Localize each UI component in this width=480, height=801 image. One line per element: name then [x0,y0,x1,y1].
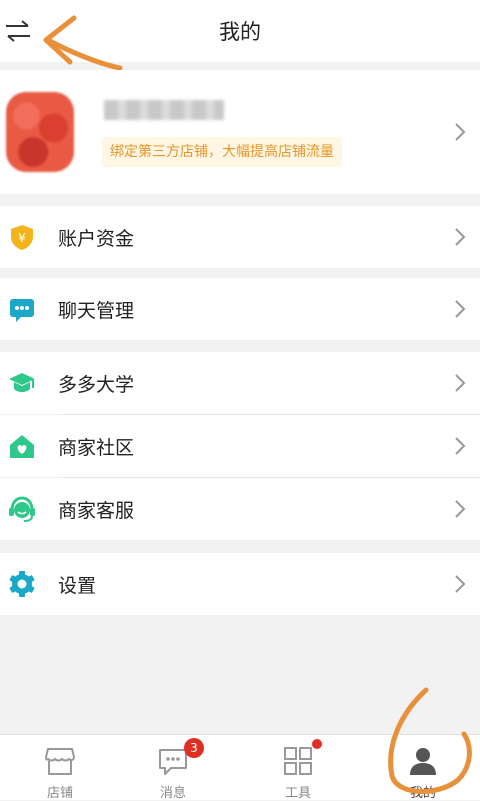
svg-text:¥: ¥ [18,231,26,245]
menu-item-settings[interactable]: 设置 [0,553,480,615]
chevron-right-icon [455,300,466,318]
chevron-right-icon [455,500,466,518]
chevron-right-icon [455,374,466,392]
tab-me[interactable]: 我的 [363,735,480,801]
tab-store[interactable]: 店铺 [0,735,120,801]
menu-label: 账户资金 [58,227,135,250]
menu-item-chat-management[interactable]: 聊天管理 [0,278,480,340]
headset-icon [9,496,35,522]
shield-yen-icon: ¥ [11,225,33,250]
profile-card[interactable] [0,70,480,194]
store-icon [44,748,76,775]
tab-messages[interactable]: 消息 [113,735,233,801]
unread-badge: 3 [184,738,204,758]
menu-item-merchant-service[interactable]: 商家客服 [0,478,480,540]
tab-label: 店铺 [46,786,73,801]
tab-label: 消息 [159,786,186,801]
menu-label: 多多大学 [58,373,135,396]
graduation-cap-icon [9,373,35,392]
menu-label: 设置 [58,574,97,597]
menu-item-account-funds[interactable]: ¥ 账户资金 [0,206,480,268]
page-title: 我的 [219,20,261,44]
grid-icon [284,747,312,775]
tab-label: 工具 [284,786,311,801]
house-heart-icon [10,435,34,458]
menu-label: 聊天管理 [58,299,135,322]
chevron-right-icon [455,575,466,593]
avatar [6,92,74,172]
top-bar: 我的 [0,0,480,62]
chevron-right-icon [455,437,466,455]
bind-store-promo[interactable]: 绑定第三方店铺，大幅提高店铺流量 [102,137,342,167]
chat-icon [10,299,34,322]
chevron-right-icon [455,228,466,246]
menu-item-duoduo-university[interactable]: 多多大学 [0,352,480,414]
tab-label: 我的 [409,786,436,801]
notification-dot [312,739,322,749]
menu-label: 商家客服 [58,499,135,522]
menu-label: 商家社区 [58,436,135,459]
switch-account-icon[interactable] [2,17,34,45]
chevron-right-icon [455,123,466,141]
bottom-tab-bar: 店铺 消息 工具 我的 [0,734,480,801]
tab-tools[interactable]: 工具 [238,735,358,801]
person-icon [410,748,436,775]
gear-icon [9,571,35,597]
menu-item-merchant-community[interactable]: 商家社区 [0,415,480,477]
shop-name-blurred [104,100,224,120]
